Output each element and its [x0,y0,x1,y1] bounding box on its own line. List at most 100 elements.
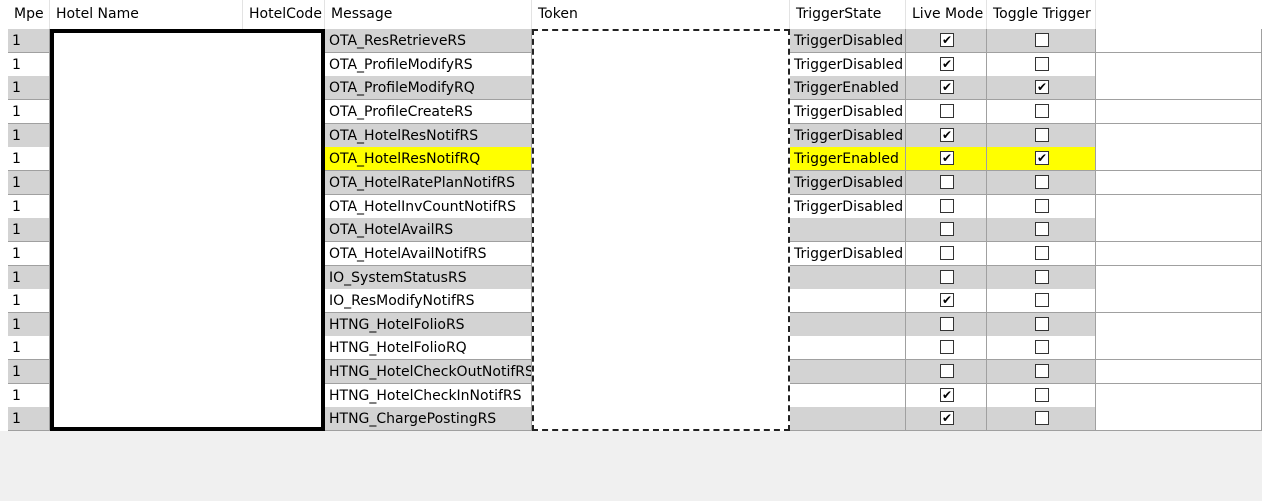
cell-empty-tail[interactable] [1096,100,1262,124]
cell-mpe[interactable]: 1 [8,242,50,266]
cell-live-mode[interactable]: ✔ [906,124,987,148]
cell-mpe[interactable]: 1 [8,407,50,431]
cell-message[interactable]: OTA_HotelAvailNotifRS [325,242,532,266]
cell-message[interactable]: OTA_ProfileModifyRS [325,53,532,77]
cell-empty-tail[interactable] [1096,218,1262,242]
toggle-trigger-checkbox[interactable] [1035,364,1049,378]
toggle-trigger-checkbox[interactable] [1035,104,1049,118]
cell-toggle-trigger[interactable] [987,313,1096,337]
cell-toggle-trigger[interactable] [987,384,1096,408]
cell-trigger-state[interactable] [790,336,906,360]
cell-trigger-state[interactable] [790,289,906,313]
cell-trigger-state[interactable]: TriggerDisabled [790,53,906,77]
cell-message[interactable]: IO_SystemStatusRS [325,266,532,290]
cell-live-mode[interactable]: ✔ [906,76,987,100]
cell-live-mode[interactable] [906,100,987,124]
live-mode-checkbox[interactable]: ✔ [940,80,954,94]
live-mode-checkbox[interactable]: ✔ [940,293,954,307]
cell-mpe[interactable]: 1 [8,289,50,313]
cell-empty-tail[interactable] [1096,384,1262,408]
cell-toggle-trigger[interactable] [987,218,1096,242]
cell-empty-tail[interactable] [1096,29,1262,53]
cell-toggle-trigger[interactable] [987,336,1096,360]
toggle-trigger-checkbox[interactable]: ✔ [1035,80,1049,94]
cell-mpe[interactable]: 1 [8,266,50,290]
toggle-trigger-checkbox[interactable] [1035,270,1049,284]
header-trigger-state[interactable]: TriggerState [790,0,906,29]
live-mode-checkbox[interactable]: ✔ [940,128,954,142]
header-hotel-code[interactable]: HotelCode [243,0,325,29]
header-hotel-name[interactable]: Hotel Name [50,0,243,29]
cell-live-mode[interactable]: ✔ [906,29,987,53]
cell-toggle-trigger[interactable] [987,360,1096,384]
cell-live-mode[interactable]: ✔ [906,384,987,408]
cell-toggle-trigger[interactable] [987,195,1096,219]
cell-mpe[interactable]: 1 [8,100,50,124]
cell-mpe[interactable]: 1 [8,195,50,219]
cell-trigger-state[interactable]: TriggerDisabled [790,242,906,266]
cell-trigger-state[interactable] [790,407,906,431]
toggle-trigger-checkbox[interactable] [1035,33,1049,47]
cell-toggle-trigger[interactable] [987,124,1096,148]
header-toggle-trigger[interactable]: Toggle Trigger [987,0,1096,29]
cell-trigger-state[interactable] [790,360,906,384]
cell-toggle-trigger[interactable] [987,242,1096,266]
cell-toggle-trigger[interactable]: ✔ [987,147,1096,171]
cell-empty-tail[interactable] [1096,266,1262,290]
live-mode-checkbox[interactable] [940,246,954,260]
cell-mpe[interactable]: 1 [8,384,50,408]
cell-trigger-state[interactable]: TriggerDisabled [790,171,906,195]
cell-message[interactable]: OTA_ProfileModifyRQ [325,76,532,100]
cell-live-mode[interactable] [906,336,987,360]
cell-mpe[interactable]: 1 [8,147,50,171]
cell-message[interactable]: HTNG_ChargePostingRS [325,407,532,431]
cell-empty-tail[interactable] [1096,360,1262,384]
live-mode-checkbox[interactable] [940,364,954,378]
cell-mpe[interactable]: 1 [8,336,50,360]
cell-live-mode[interactable]: ✔ [906,147,987,171]
data-grid[interactable]: Mpe Hotel Name HotelCode Message Token T… [0,0,1262,431]
toggle-trigger-checkbox[interactable] [1035,293,1049,307]
toggle-trigger-checkbox[interactable] [1035,246,1049,260]
live-mode-checkbox[interactable] [940,270,954,284]
cell-mpe[interactable]: 1 [8,360,50,384]
cell-message[interactable]: OTA_HotelAvailRS [325,218,532,242]
cell-mpe[interactable]: 1 [8,76,50,100]
live-mode-checkbox[interactable] [940,317,954,331]
cell-empty-tail[interactable] [1096,407,1262,431]
cell-message[interactable]: OTA_HotelResNotifRQ [325,147,532,171]
cell-toggle-trigger[interactable]: ✔ [987,76,1096,100]
live-mode-checkbox[interactable] [940,104,954,118]
cell-empty-tail[interactable] [1096,336,1262,360]
cell-mpe[interactable]: 1 [8,218,50,242]
header-token[interactable]: Token [532,0,790,29]
live-mode-checkbox[interactable] [940,175,954,189]
cell-live-mode[interactable] [906,266,987,290]
cell-live-mode[interactable] [906,171,987,195]
header-message[interactable]: Message [325,0,532,29]
cell-toggle-trigger[interactable] [987,100,1096,124]
cell-message[interactable]: HTNG_HotelCheckInNotifRS [325,384,532,408]
cell-toggle-trigger[interactable] [987,53,1096,77]
toggle-trigger-checkbox[interactable] [1035,317,1049,331]
cell-empty-tail[interactable] [1096,289,1262,313]
live-mode-checkbox[interactable]: ✔ [940,33,954,47]
cell-live-mode[interactable]: ✔ [906,407,987,431]
live-mode-checkbox[interactable] [940,340,954,354]
live-mode-checkbox[interactable] [940,222,954,236]
cell-mpe[interactable]: 1 [8,53,50,77]
cell-trigger-state[interactable]: TriggerDisabled [790,100,906,124]
cell-trigger-state[interactable] [790,266,906,290]
cell-toggle-trigger[interactable] [987,29,1096,53]
cell-empty-tail[interactable] [1096,195,1262,219]
cell-mpe[interactable]: 1 [8,313,50,337]
cell-live-mode[interactable] [906,313,987,337]
cell-toggle-trigger[interactable] [987,407,1096,431]
cell-trigger-state[interactable]: TriggerDisabled [790,195,906,219]
cell-live-mode[interactable] [906,218,987,242]
toggle-trigger-checkbox[interactable]: ✔ [1035,151,1049,165]
cell-message[interactable]: IO_ResModifyNotifRS [325,289,532,313]
cell-mpe[interactable]: 1 [8,124,50,148]
toggle-trigger-checkbox[interactable] [1035,128,1049,142]
cell-trigger-state[interactable] [790,384,906,408]
